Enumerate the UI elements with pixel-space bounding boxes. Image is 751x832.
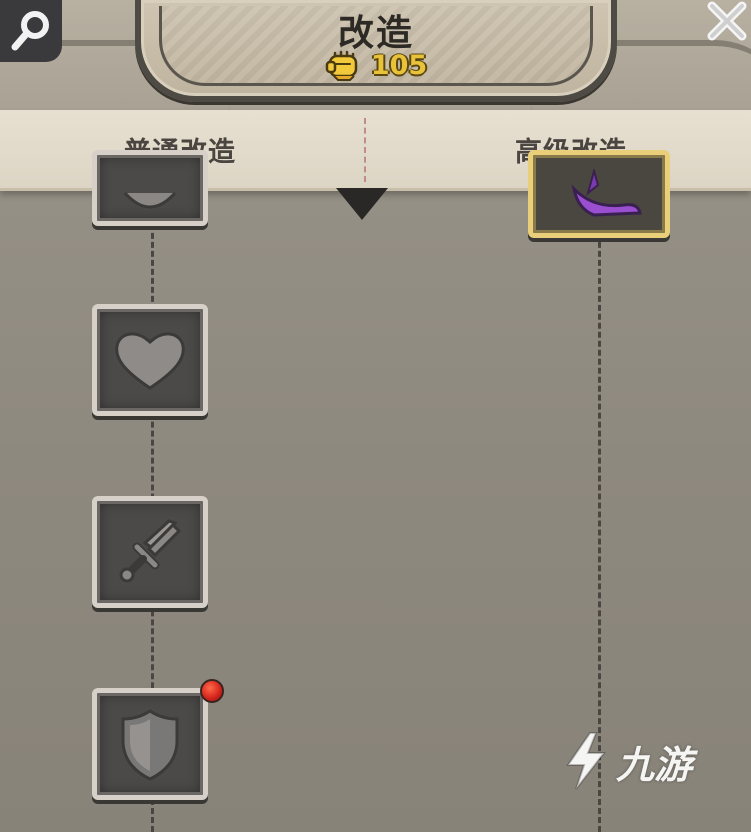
- jiuyou-logo-icon: [566, 732, 607, 790]
- magnifier-icon: [11, 11, 49, 51]
- sword-icon: [119, 519, 182, 583]
- close-button[interactable]: [700, 0, 751, 50]
- upgrade-slot-heart-top[interactable]: [92, 150, 208, 226]
- heart-icon: [123, 191, 177, 209]
- search-button[interactable]: [0, 0, 62, 62]
- upgrade-slot-shield[interactable]: [92, 688, 208, 800]
- shield-icon: [121, 709, 179, 781]
- purple-item-icon: [571, 169, 642, 217]
- tab-divider: [364, 118, 366, 182]
- watermark-text: 九游: [616, 742, 693, 787]
- upgrade-screen: 改造 105 普通改造 高级改造: [0, 0, 751, 832]
- heart-icon: [115, 332, 185, 390]
- currency-value: 105: [370, 49, 428, 81]
- close-icon: [707, 1, 746, 41]
- current-position-marker: [336, 188, 388, 220]
- upgrade-slot-heart[interactable]: [92, 304, 208, 416]
- title-plate: 改造 105: [135, 0, 617, 102]
- currency-display: 105: [141, 48, 611, 82]
- upgrade-slot-sword[interactable]: [92, 496, 208, 608]
- watermark: 九游: [560, 726, 720, 796]
- fist-icon: [325, 50, 358, 81]
- upgrade-slot-advanced[interactable]: [528, 150, 670, 238]
- notification-dot: [200, 679, 224, 703]
